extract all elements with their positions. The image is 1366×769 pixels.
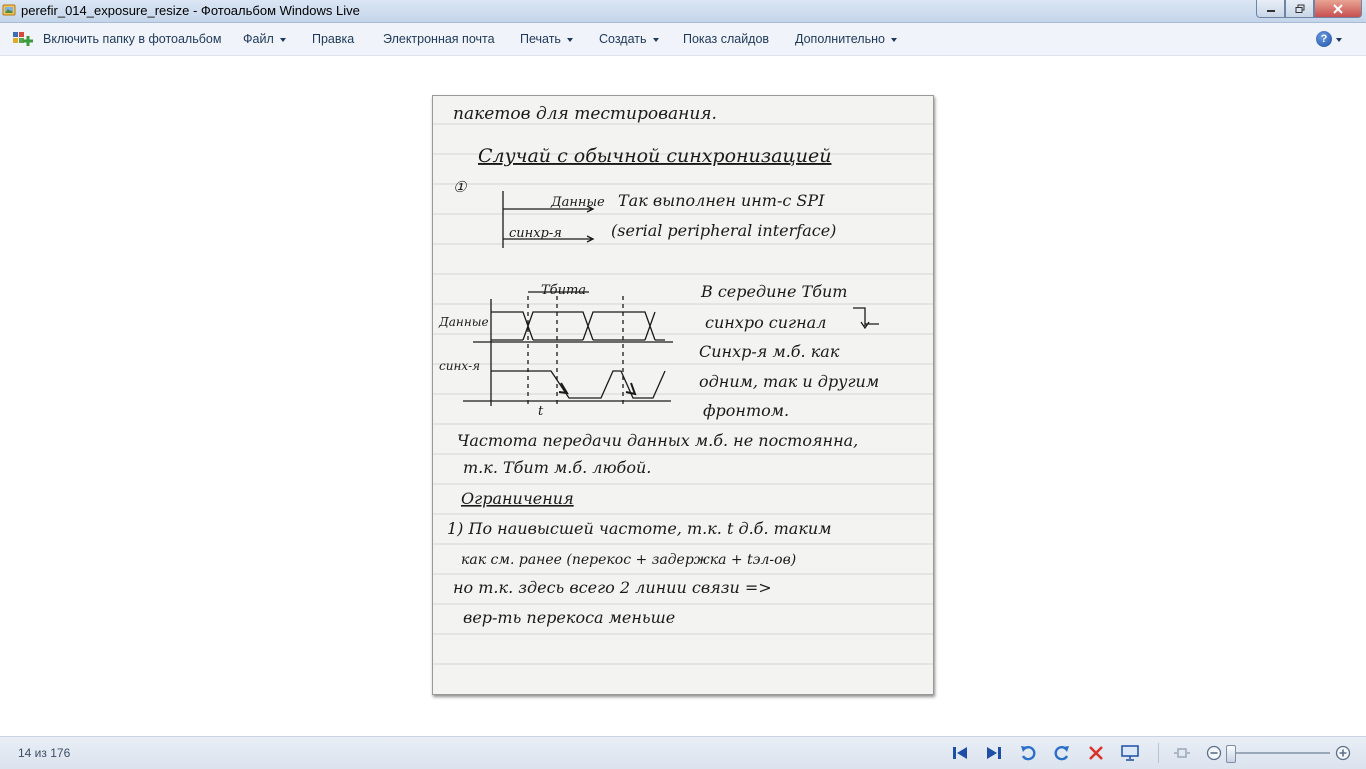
diagram-label: синх-я [439,359,480,373]
photo-gallery-icon [2,4,16,16]
extras-menu-label: Дополнительно [795,32,885,46]
displayed-photo: пакетов для тестирования. Случай с обычн… [432,95,934,695]
note-line: пакетов для тестирования. [453,104,717,124]
note-line: но т.к. здесь всего 2 линии связи => [453,578,772,597]
diagram-label: t [538,404,544,419]
window-title: perefir_014_exposure_resize - Фотоальбом… [21,3,360,18]
zoom-in-button[interactable] [1333,743,1353,763]
note-line: Так выполнен инт-с SPI [618,191,825,210]
previous-button[interactable] [950,743,970,763]
add-folder-icon [13,32,33,46]
rotate-left-icon [1021,746,1036,761]
note-number: ① [453,178,468,196]
rotate-right-button[interactable] [1052,743,1072,763]
title-bar: perefir_014_exposure_resize - Фотоальбом… [0,0,1366,23]
rotate-right-icon [1054,746,1069,761]
window-controls [1256,0,1362,18]
close-icon [1333,3,1343,14]
print-menu-label: Печать [520,32,561,46]
note-line: (serial peripheral interface) [611,221,836,240]
diagram-label: Тбита [541,283,586,298]
command-bar: Включить папку в фотоальбом Файл Правка … [0,23,1366,56]
actual-size-icon [1174,748,1190,758]
note-heading: Ограничения [461,489,574,508]
zoom-out-button[interactable] [1204,743,1224,763]
note-line: Синхр-я м.б. как [699,342,840,361]
next-button[interactable] [984,743,1004,763]
close-button[interactable] [1314,0,1362,18]
note-line: Частота передачи данных м.б. не постоянн… [457,431,858,450]
maximize-button[interactable] [1285,0,1314,18]
toolbar-separator [1158,743,1159,763]
note-line: как см. ранее (перекос + задержка + tэл-… [461,552,796,568]
zoom-slider-thumb[interactable] [1226,745,1236,763]
create-menu-label: Создать [599,32,647,46]
note-line: фронтом. [703,401,789,420]
rotate-left-button[interactable] [1018,743,1038,763]
slideshow-button[interactable]: Показ слайдов [683,32,769,46]
restore-icon [1295,4,1304,13]
help-button[interactable]: ? [1316,31,1332,47]
actual-size-button[interactable] [1172,743,1192,763]
status-bar: 14 из 176 [0,736,1366,769]
chevron-down-icon [652,37,659,42]
note-line: 1) По наивысшей частоте, т.к. t д.б. так… [447,519,831,538]
print-menu[interactable]: Печать [520,32,573,46]
zoom-out-icon [1206,745,1222,761]
note-line: одним, так и другим [699,372,879,391]
help-chevron-down-icon[interactable] [1336,38,1342,42]
file-menu-label: Файл [243,32,274,46]
chevron-down-icon [566,37,573,42]
minimize-button[interactable] [1256,0,1285,18]
edit-menu[interactable]: Правка [312,32,354,46]
note-line: синхро сигнал [705,313,826,332]
delete-button[interactable] [1086,743,1106,763]
slideshow-play-button[interactable] [1120,743,1140,763]
add-folder-button[interactable]: Включить папку в фотоальбом [43,32,221,46]
diagram-label: Данные [550,195,605,210]
zoom-slider-track[interactable] [1226,752,1330,754]
delete-icon [1089,746,1103,760]
minimize-icon [1266,9,1275,12]
note-line: В середине Тбит [700,282,847,301]
note-heading: Случай с обычной синхронизацией [478,145,831,167]
chevron-down-icon [890,37,897,42]
previous-icon [953,747,967,759]
diagram-label: Данные [438,315,489,329]
photo-counter: 14 из 176 [18,746,71,760]
extras-menu[interactable]: Дополнительно [795,32,897,46]
create-menu[interactable]: Создать [599,32,659,46]
note-line: вер-ть перекоса меньше [463,608,675,627]
slideshow-icon [1121,745,1139,761]
next-icon [987,747,1001,759]
file-menu[interactable]: Файл [243,32,286,46]
note-line: т.к. Тбит м.б. любой. [463,458,651,477]
chevron-down-icon [279,37,286,42]
zoom-in-icon [1335,745,1351,761]
email-menu[interactable]: Электронная почта [383,32,495,46]
